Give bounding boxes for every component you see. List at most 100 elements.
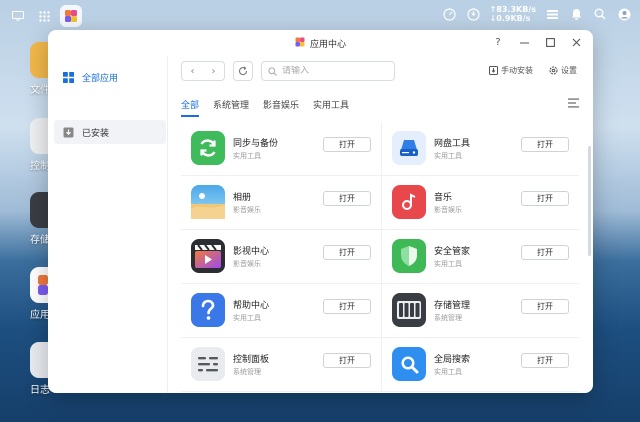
gear-icon	[549, 66, 558, 75]
open-button[interactable]: 打开	[323, 191, 371, 206]
sliders-icon	[191, 347, 225, 381]
list-view-icon[interactable]	[568, 98, 579, 111]
minimize-icon	[519, 41, 529, 44]
category-tabs: 全部 系统管理 影音娱乐 实用工具	[181, 98, 349, 117]
app-category: 系统管理	[434, 314, 462, 322]
open-button[interactable]: 打开	[521, 299, 569, 314]
minimize-button[interactable]	[517, 35, 531, 49]
app-card-photos[interactable]: 相册 影音娱乐 打开	[181, 176, 381, 230]
window-title: 应用中心	[309, 39, 346, 50]
installed-download-icon	[63, 127, 74, 137]
storage-drives-icon	[392, 293, 426, 327]
close-icon	[572, 38, 580, 46]
app-name: 安全管家	[434, 247, 471, 257]
maximize-icon	[545, 37, 555, 47]
app-card-video-center[interactable]: 影视中心 影音娱乐 打开	[181, 230, 381, 284]
window-titlebar[interactable]: 应用中心 ?	[48, 30, 593, 56]
open-button[interactable]: 打开	[323, 299, 371, 314]
toolbar: ‹ ›	[181, 61, 395, 81]
search-icon	[268, 66, 277, 76]
download-gauge-icon[interactable]	[466, 6, 482, 22]
download-speed: 0.9KB/s	[496, 14, 531, 23]
app-name: 帮助中心	[233, 301, 270, 311]
app-card-cloud-drive[interactable]: 网盘工具 实用工具 打开	[381, 122, 579, 176]
music-note-icon	[392, 185, 426, 219]
tab-media-entertainment[interactable]: 影音娱乐	[263, 98, 299, 117]
search-input[interactable]	[282, 66, 382, 76]
app-center-taskbar-icon[interactable]	[60, 5, 82, 27]
open-button[interactable]: 打开	[521, 191, 569, 206]
clapperboard-icon	[191, 239, 225, 273]
settings-label: 设置	[561, 66, 577, 75]
app-name: 控制面板	[233, 355, 270, 365]
open-button[interactable]: 打开	[323, 353, 371, 368]
manual-install-button[interactable]: 手动安装	[489, 65, 533, 76]
search-box	[261, 61, 395, 81]
app-card-storage-management[interactable]: 存储管理 系统管理 打开	[381, 284, 579, 338]
help-button[interactable]: ?	[491, 35, 505, 49]
maximize-button[interactable]	[543, 35, 557, 49]
refresh-button[interactable]	[233, 61, 253, 81]
sidebar-item-all-apps[interactable]: 全部应用	[54, 65, 166, 89]
tab-utilities[interactable]: 实用工具	[313, 98, 349, 117]
open-button[interactable]: 打开	[323, 245, 371, 260]
app-card-global-search[interactable]: 全局搜索 实用工具 打开	[381, 338, 579, 392]
sidebar-item-installed[interactable]: 已安装	[54, 120, 166, 144]
user-icon[interactable]	[616, 6, 632, 22]
scrollbar[interactable]	[588, 146, 591, 256]
app-category: 实用工具	[233, 314, 261, 322]
app-center-window: 应用中心 ? 全部应用 已安装 ‹ › 请输入 手动安装 设置 全部 系统管理 …	[48, 30, 593, 393]
app-category: 实用工具	[233, 152, 261, 160]
photos-icon	[191, 185, 225, 219]
tab-all[interactable]: 全部	[181, 98, 200, 117]
back-button[interactable]: ‹	[182, 62, 203, 80]
upload-gauge-icon[interactable]	[442, 6, 458, 22]
question-mark-icon	[191, 293, 225, 327]
app-name: 全局搜索	[434, 355, 471, 365]
open-button[interactable]: 打开	[323, 137, 371, 152]
magnifier-icon	[392, 347, 426, 381]
app-category: 实用工具	[434, 368, 462, 376]
app-card-help-center[interactable]: 帮助中心 实用工具 打开	[181, 284, 381, 338]
app-name: 音乐	[434, 193, 453, 203]
open-button[interactable]: 打开	[521, 137, 569, 152]
settings-button[interactable]: 设置	[549, 65, 577, 76]
app-name: 存储管理	[434, 301, 471, 311]
app-category: 影音娱乐	[434, 206, 462, 214]
app-category: 系统管理	[233, 368, 261, 376]
sidebar-item-label: 全部应用	[82, 73, 119, 84]
search-icon[interactable]	[592, 6, 608, 22]
help-icon: ?	[495, 36, 501, 48]
cloud-drive-icon	[392, 131, 426, 165]
grid-icon	[63, 71, 74, 83]
sync-backup-icon	[191, 131, 225, 165]
main-panel: ‹ › 手动安装 设置 全部 系统管理 影音娱乐	[169, 56, 593, 393]
notification-bell-icon[interactable]	[568, 6, 584, 22]
app-category: 影音娱乐	[233, 260, 261, 268]
open-button[interactable]: 打开	[521, 353, 569, 368]
close-button[interactable]	[569, 35, 583, 49]
open-button[interactable]: 打开	[521, 245, 569, 260]
network-speed: ↑83.3KB/s ↓0.9KB/s	[490, 5, 536, 23]
app-name: 同步与备份	[233, 139, 279, 149]
task-list-icon[interactable]	[544, 6, 560, 22]
app-name: 网盘工具	[434, 139, 471, 149]
sidebar: 全部应用 已安装	[48, 56, 168, 393]
shield-icon	[392, 239, 426, 273]
app-grid-icon[interactable]	[34, 6, 54, 26]
nav-buttons: ‹ ›	[181, 61, 225, 81]
app-category: 影音娱乐	[233, 206, 261, 214]
sidebar-item-label: 已安装	[82, 128, 110, 139]
app-center-logo-icon	[295, 37, 305, 50]
app-card-music[interactable]: 音乐 影音娱乐 打开	[381, 176, 579, 230]
forward-button[interactable]: ›	[203, 62, 224, 80]
app-category: 实用工具	[434, 152, 462, 160]
app-name: 影视中心	[233, 247, 270, 257]
app-grid: 同步与备份 实用工具 打开 网盘工具 实用工具 打开 相册 影音娱乐 打开 音乐…	[181, 122, 579, 393]
app-card-sync-backup[interactable]: 同步与备份 实用工具 打开	[181, 122, 381, 176]
app-card-security[interactable]: 安全管家 实用工具 打开	[381, 230, 579, 284]
desktop-icon[interactable]	[8, 6, 28, 26]
tab-system-management[interactable]: 系统管理	[213, 98, 249, 117]
manual-install-label: 手动安装	[501, 66, 533, 75]
app-card-control-panel[interactable]: 控制面板 系统管理 打开	[181, 338, 381, 392]
